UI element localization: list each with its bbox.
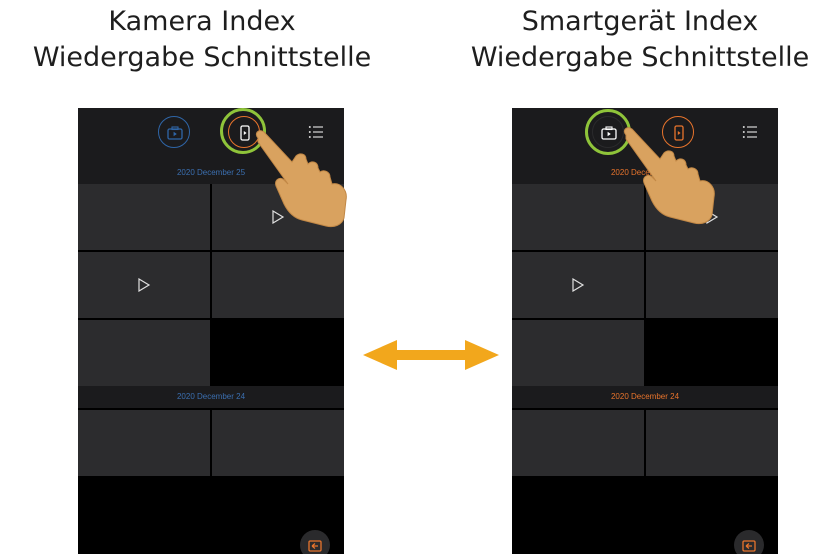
list-icon[interactable] <box>308 124 324 140</box>
thumbnail[interactable] <box>646 410 778 476</box>
thumbnail[interactable] <box>78 184 210 250</box>
thumbnail[interactable] <box>212 410 344 476</box>
right-caption-line2: Wiedergabe Schnittstelle <box>470 42 810 73</box>
thumbnail-video[interactable] <box>78 252 210 318</box>
thumbnail[interactable] <box>512 410 644 476</box>
back-icon <box>308 540 322 552</box>
left-caption-line1: Kamera Index <box>108 6 296 37</box>
smart-device-index-screen: 2020 December 25 2020 December 24 <box>512 108 778 554</box>
play-icon <box>706 210 719 224</box>
play-icon <box>572 278 585 292</box>
double-arrow-icon <box>363 340 499 370</box>
thumbnail[interactable] <box>78 320 210 386</box>
date-header-2: 2020 December 24 <box>78 386 344 408</box>
thumbnail[interactable] <box>512 184 644 250</box>
phone-play-icon <box>240 125 250 141</box>
camera-play-icon <box>167 126 183 140</box>
thumbnail[interactable] <box>212 252 344 318</box>
camera-play-icon <box>601 126 617 140</box>
right-caption: Smartgerät Index Wiedergabe Schnittstell… <box>430 4 840 76</box>
list-icon[interactable] <box>742 124 758 140</box>
top-bar <box>78 108 344 162</box>
back-button[interactable] <box>300 530 330 554</box>
thumbnail-video[interactable] <box>212 184 344 250</box>
thumbnail[interactable] <box>512 320 644 386</box>
back-button[interactable] <box>734 530 764 554</box>
camera-mode-button[interactable] <box>592 116 624 148</box>
phone-play-icon <box>674 125 684 141</box>
smart-device-mode-button[interactable] <box>662 116 694 148</box>
back-icon <box>742 540 756 552</box>
play-icon <box>272 210 285 224</box>
thumbnail[interactable] <box>646 252 778 318</box>
thumbnail[interactable] <box>78 410 210 476</box>
top-bar <box>512 108 778 162</box>
left-caption-line2: Wiedergabe Schnittstelle <box>32 42 372 73</box>
camera-index-screen: 2020 December 25 2020 December 24 <box>78 108 344 554</box>
date-header-1: 2020 December 25 <box>78 162 344 184</box>
date-header-2: 2020 December 24 <box>512 386 778 408</box>
smart-device-mode-button[interactable] <box>228 116 260 148</box>
right-caption-line1: Smartgerät Index <box>521 6 759 37</box>
play-icon <box>138 278 151 292</box>
camera-mode-button[interactable] <box>158 116 190 148</box>
thumbnail-video[interactable] <box>646 184 778 250</box>
thumbnail-video[interactable] <box>512 252 644 318</box>
date-header-1: 2020 December 25 <box>512 162 778 184</box>
left-caption: Kamera Index Wiedergabe Schnittstelle <box>0 4 412 76</box>
